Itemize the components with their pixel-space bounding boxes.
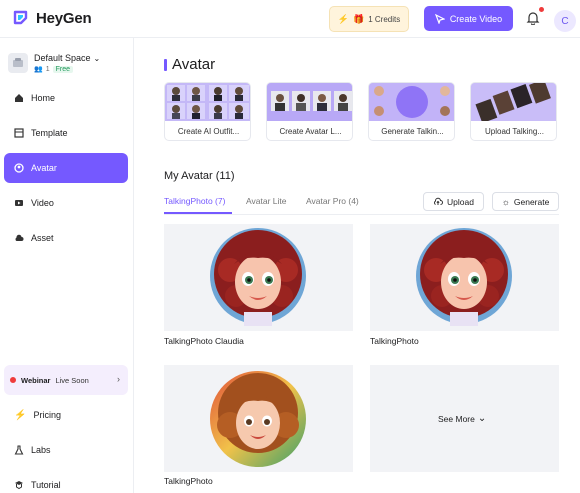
see-more-label: See More (438, 413, 475, 424)
video-icon (15, 200, 23, 206)
tab-avatar-lite[interactable]: Avatar Lite (246, 196, 286, 206)
avatar-tile-talkingphoto[interactable] (370, 224, 559, 331)
logo[interactable]: HeyGen (12, 9, 92, 27)
notification-dot (539, 7, 544, 12)
create-avatar-lite-card[interactable]: Create Avatar L... (266, 82, 353, 141)
cloud-upload-icon (434, 197, 444, 205)
sidebar-item-label: Video (31, 198, 54, 208)
space-switcher[interactable]: Default Space ⌄ 👥 1 Free (8, 50, 128, 76)
sidebar-item-template[interactable]: Template (4, 118, 128, 148)
generate-talking-photo-card[interactable]: Generate Talkin... (368, 82, 455, 141)
upload-talking-photo-card[interactable]: Upload Talking... (470, 82, 557, 141)
upload-button[interactable]: Upload (423, 192, 484, 211)
home-icon (15, 94, 23, 102)
create-video-label: Create Video (449, 13, 503, 24)
live-dot (10, 377, 16, 383)
sidebar-item-label: Asset (31, 233, 54, 243)
chevron-right-icon: › (117, 374, 120, 384)
create-video-button[interactable]: Create Video (424, 6, 513, 31)
cursor-icon (434, 13, 445, 24)
page-title: Avatar (164, 56, 215, 73)
card-label: Generate Talkin... (381, 127, 444, 136)
sidebar-item-avatar[interactable]: Avatar (4, 153, 128, 183)
my-avatar-heading: My Avatar (11) (164, 170, 235, 182)
flask-icon (14, 445, 24, 455)
gift-icon: 🎁 (352, 13, 365, 24)
generate-button[interactable]: ☼ Generate (492, 192, 559, 211)
card-thumbnail (471, 83, 556, 121)
card-thumbnail (267, 83, 352, 121)
credits-button[interactable]: ⚡ 🎁 1 Credits (329, 6, 409, 32)
sparkle-icon: ☼ (501, 196, 510, 207)
avatar-tile-label: TalkingPhoto Claudia (164, 336, 244, 346)
space-name: Default Space (34, 53, 91, 63)
main-content: Avatar Create AI Outfit... Create Avatar… (134, 38, 580, 493)
card-thumbnail (369, 83, 454, 121)
avatar-tile-claudia[interactable] (164, 224, 353, 331)
cartoon-girl-avatar (416, 228, 512, 326)
plan-badge: Free (52, 65, 74, 73)
sidebar-item-tutorial[interactable]: Tutorial (4, 470, 128, 493)
sidebar: Default Space ⌄ 👥 1 Free Home Template A… (0, 38, 134, 493)
upload-label: Upload (447, 196, 474, 207)
create-ai-outfit-card[interactable]: Create AI Outfit... (164, 82, 251, 141)
sidebar-item-video[interactable]: Video (4, 188, 128, 218)
sidebar-item-label: Template (31, 128, 68, 138)
avatar-tile-label: TalkingPhoto (164, 476, 213, 486)
page-title-text: Avatar (172, 56, 216, 73)
tab-talkingphoto[interactable]: TalkingPhoto (7) (164, 196, 225, 206)
sidebar-item-label: Home (31, 93, 56, 103)
sidebar-item-labs[interactable]: Labs (4, 435, 128, 465)
webinar-banner[interactable]: Webinar Live Soon › (4, 365, 128, 395)
app-name: HeyGen (36, 9, 92, 27)
webinar-title: Webinar (21, 375, 51, 385)
tab-avatar-pro[interactable]: Avatar Pro (4) (306, 196, 359, 206)
sidebar-item-asset[interactable]: Asset (4, 223, 128, 253)
chevron-down-icon: ⌄ (93, 53, 101, 63)
bell-icon[interactable] (526, 11, 540, 25)
members-icon: 👥 (34, 66, 43, 73)
chevron-down-icon: ⌄ (477, 413, 487, 424)
sidebar-item-pricing[interactable]: ⚡ Pricing (4, 400, 128, 430)
pricing-icon: ⚡ (14, 409, 27, 421)
heygen-logo-icon (13, 10, 28, 25)
cloud-icon (15, 234, 24, 241)
title-accent-bar (164, 58, 167, 71)
lightning-icon: ⚡ (337, 13, 349, 24)
card-label: Create Avatar L... (279, 127, 342, 136)
avatar-tile-talkingphoto-2[interactable] (164, 365, 353, 472)
cartoon-girl-avatar (210, 371, 306, 467)
card-thumbnail (165, 83, 250, 121)
sidebar-item-home[interactable]: Home (4, 83, 128, 113)
tutorial-icon (15, 481, 23, 490)
avatar-tile-label: TalkingPhoto (370, 336, 419, 346)
profile-initial: C (561, 15, 569, 27)
tab-divider (164, 214, 559, 215)
see-more-tile[interactable]: See More ⌄ (370, 365, 559, 472)
template-icon (14, 128, 24, 138)
sidebar-item-label: Tutorial (31, 480, 61, 490)
card-label: Upload Talking... (485, 127, 544, 136)
see-more-link[interactable]: See More ⌄ (438, 413, 486, 424)
credits-label: 1 Credits (368, 14, 401, 24)
avatar-icon (14, 163, 24, 173)
member-count: 1 (45, 65, 50, 73)
space-icon (8, 53, 28, 73)
cartoon-girl-avatar (210, 228, 306, 326)
sidebar-item-label: Labs (31, 445, 51, 455)
card-label: Create AI Outfit... (177, 127, 240, 136)
top-header: HeyGen ⚡ 🎁 1 Credits Create Video C (0, 0, 580, 38)
sidebar-item-label: Pricing (33, 410, 61, 420)
generate-label: Generate (513, 196, 550, 207)
webinar-status: Live Soon (55, 375, 89, 385)
sidebar-item-label: Avatar (31, 163, 57, 173)
profile-avatar[interactable]: C (554, 10, 576, 32)
